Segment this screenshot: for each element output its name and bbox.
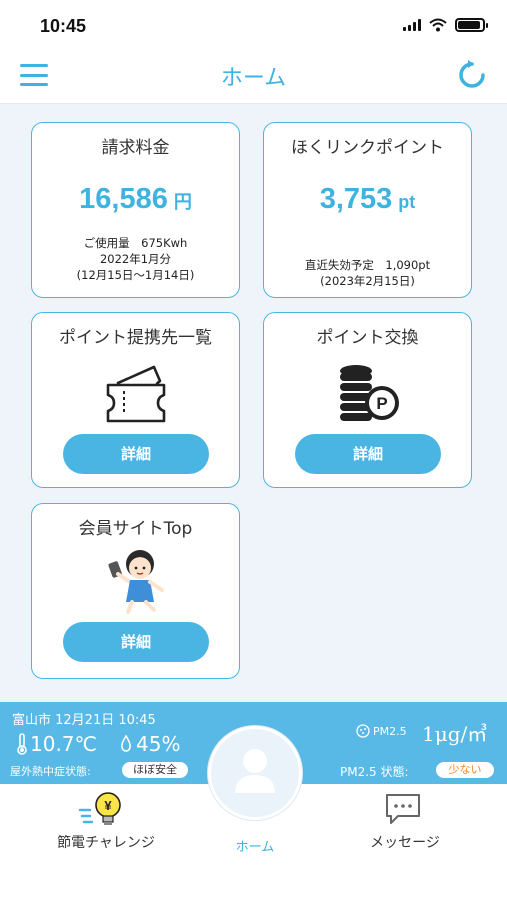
- member-title: 会員サイトTop: [78, 519, 193, 539]
- tab-message-icon[interactable]: [384, 792, 422, 826]
- weather-humidity: 45%: [120, 732, 180, 756]
- tab-saving-challenge[interactable]: 節電チャレンジ: [46, 832, 166, 852]
- wifi-icon: [429, 18, 447, 32]
- billing-amount: 16,586 円: [32, 183, 239, 216]
- pm-small-label: PM2.5: [373, 724, 407, 738]
- partners-card: ポイント提携先一覧 詳細: [31, 312, 240, 488]
- points-amount-unit: pt: [398, 192, 416, 212]
- ticket-icon: [106, 365, 166, 423]
- points-amount: 3,753 pt: [264, 183, 471, 216]
- points-expiry: 直近失効予定 1,090pt: [304, 258, 431, 272]
- tab-home[interactable]: ホーム: [195, 836, 315, 855]
- exchange-title: ポイント交換: [316, 328, 419, 348]
- heat-status-badge: ほぼ安全: [122, 762, 188, 778]
- member-detail-button[interactable]: 詳細: [63, 622, 209, 662]
- humidity-value: 45%: [136, 732, 181, 756]
- temperature-value: 10.7℃: [30, 732, 97, 756]
- pm-value: 1μg/㎥: [422, 722, 488, 746]
- exchange-detail-button[interactable]: 詳細: [295, 434, 441, 474]
- points-card[interactable]: ほくリンクポイント 3,753 pt 直近失効予定 1,090pt (2023年2…: [263, 122, 472, 298]
- mascot-illustration: [108, 550, 164, 614]
- battery-icon: [455, 18, 488, 32]
- tab-saving-challenge-icon[interactable]: ¥: [78, 790, 126, 830]
- refresh-icon[interactable]: [455, 58, 489, 92]
- status-icons: [403, 18, 488, 32]
- billing-month: 2022年1月分: [99, 252, 172, 266]
- billing-amount-value: 16,586: [79, 183, 168, 215]
- signal-icon: [403, 19, 421, 31]
- points-title: ほくリンクポイント: [291, 138, 444, 158]
- heat-status-label: 屋外熱中症状態:: [10, 765, 91, 778]
- droplet-icon: [121, 735, 131, 752]
- weather-location: 富山市 12月21日 10:45: [12, 713, 156, 728]
- billing-period: (12月15日～1月14日): [76, 268, 195, 282]
- points-expiry-date: (2023年2月15日): [320, 274, 415, 288]
- billing-card[interactable]: 請求料金 16,586 円 ご使用量 675Kwh 2022年1月分 (12月15…: [31, 122, 240, 298]
- home-center-button[interactable]: [208, 726, 302, 820]
- billing-usage: ご使用量 675Kwh: [83, 236, 188, 250]
- coins-icon: P: [340, 365, 399, 421]
- member-card: 会員サイトTop 詳細: [31, 503, 240, 679]
- status-bar: 10:45: [0, 0, 507, 48]
- status-time: 10:45: [40, 16, 87, 36]
- billing-amount-unit: 円: [173, 192, 192, 212]
- partners-detail-button[interactable]: 詳細: [63, 434, 209, 474]
- tab-message[interactable]: メッセージ: [345, 832, 465, 852]
- user-icon: [235, 749, 275, 793]
- partners-title: ポイント提携先一覧: [59, 328, 212, 348]
- billing-title: 請求料金: [101, 138, 170, 158]
- pm-icon: [356, 724, 370, 738]
- page-title: ホーム: [220, 66, 287, 91]
- pm-status-badge: 少ない: [436, 762, 494, 778]
- points-amount-value: 3,753: [319, 183, 393, 215]
- coin-letter: P: [376, 394, 387, 413]
- nav-bar: ホーム: [0, 48, 507, 104]
- weather-temperature: 10.7℃: [16, 732, 97, 756]
- pm-indicator: PM2.5: [356, 724, 407, 738]
- thermometer-icon: [17, 733, 27, 755]
- main-content: 請求料金 16,586 円 ご使用量 675Kwh 2022年1月分 (12月15…: [0, 104, 507, 702]
- pm-status-label: PM2.5 状態:: [340, 765, 409, 779]
- tab-saving-yen-symbol: ¥: [104, 798, 112, 813]
- exchange-card: ポイント交換 P 詳細: [263, 312, 472, 488]
